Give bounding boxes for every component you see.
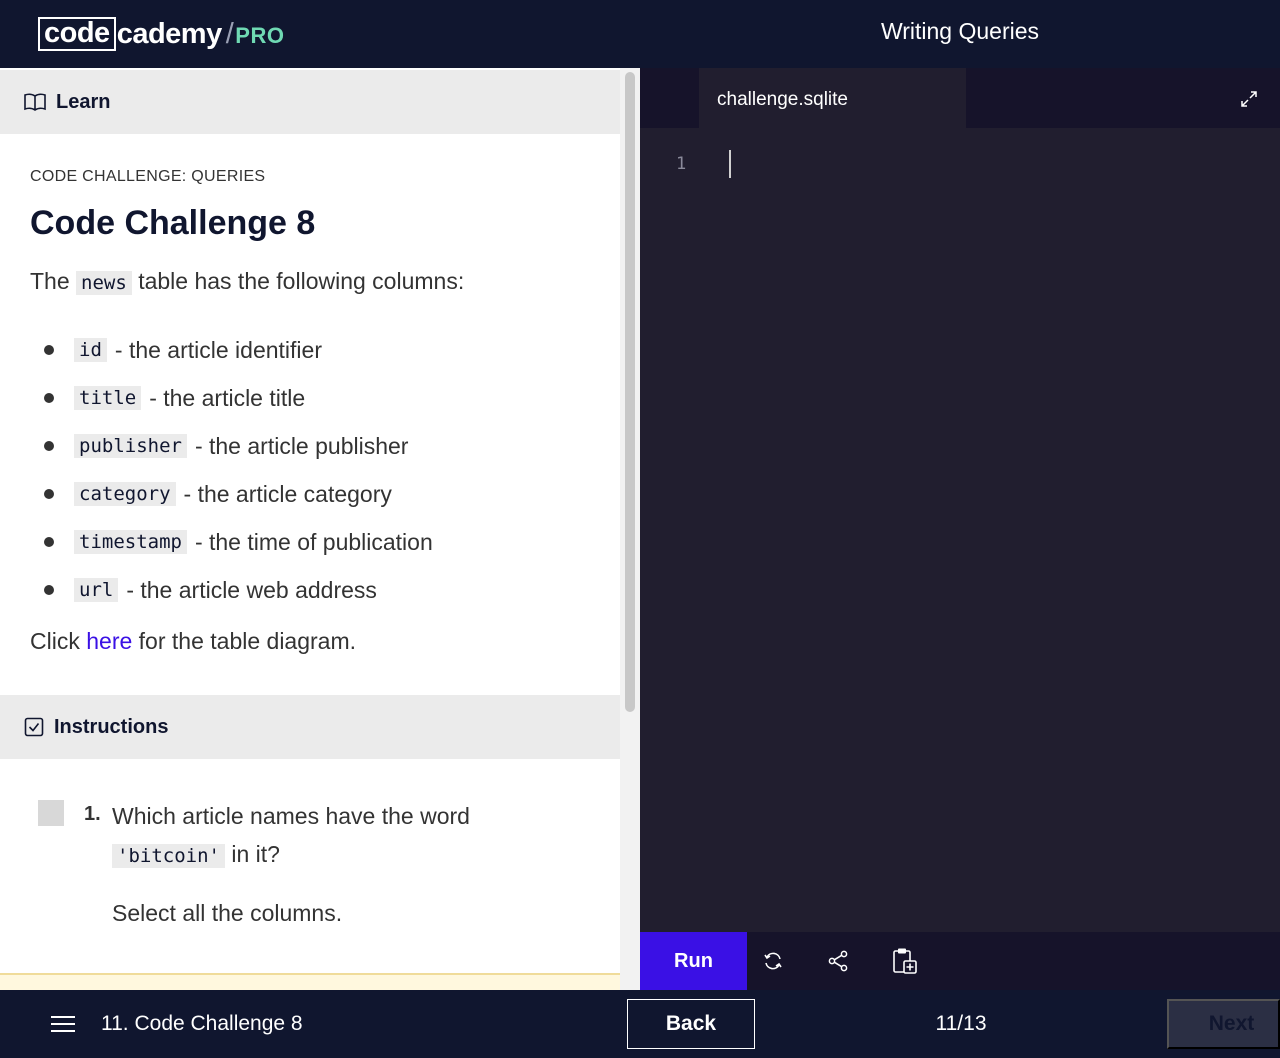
column-name: id [74,338,107,362]
bullet-icon [44,585,54,595]
list-item: category - the article category [44,470,433,518]
bullet-icon [44,441,54,451]
inline-code-news: news [76,271,132,295]
column-desc: - the article category [183,480,392,507]
editor-toolbar: Run [640,932,1280,990]
column-desc: - the article web address [126,576,377,603]
lesson-heading: Code Challenge 8 [30,204,316,242]
instructions-section-header: Instructions [0,695,620,759]
column-name: publisher [74,434,187,458]
column-desc: - the article identifier [114,336,322,363]
task-text-line2: 'bitcoin' in it? [112,841,280,868]
bullet-icon [44,537,54,547]
column-desc: - the article title [149,384,306,411]
learn-scrollbar[interactable] [620,68,640,990]
logo-code-box: code [38,17,116,51]
bullet-icon [44,345,54,355]
column-desc: - the time of publication [194,528,433,555]
bullet-icon [44,393,54,403]
logo-slash: / [225,17,234,50]
reset-icon[interactable] [761,949,785,973]
file-tab[interactable]: challenge.sqlite [699,68,966,128]
diagram-text-before: Click [30,628,80,654]
top-bar: code cademy / PRO Writing Queries [0,0,1280,68]
checkbox-icon [24,717,44,737]
learn-pane: Learn CODE CHALLENGE: QUERIES Code Chall… [0,68,640,990]
bullet-icon [44,489,54,499]
column-desc: - the article publisher [194,432,409,459]
hint-panel[interactable] [0,973,620,990]
diagram-text-after: for the table diagram. [138,628,357,654]
list-item: url - the article web address [44,566,433,614]
column-name: title [74,386,142,410]
diagram-paragraph: Click here for the table diagram. [30,628,356,655]
bottom-nav-bar: 11. Code Challenge 8 Back 11/13 Next [0,990,1280,1058]
intro-paragraph: The news table has the following columns… [30,268,464,295]
logo-pro-badge: PRO [235,23,285,48]
hamburger-menu-icon[interactable] [50,1014,76,1034]
intro-text-before: The [30,268,70,294]
task-checkbox[interactable] [38,800,64,826]
inline-code-bitcoin: 'bitcoin' [112,844,225,868]
scrollbar-thumb[interactable] [625,72,635,712]
instructions-label: Instructions [54,715,169,738]
run-button[interactable]: Run [640,932,747,990]
list-item: id - the article identifier [44,326,433,374]
task-subtext: Select all the columns. [112,900,343,926]
column-name: timestamp [74,530,187,554]
task-text-after: in it? [231,841,280,867]
back-button[interactable]: Back [627,999,755,1049]
column-list: id - the article identifier title - the ar… [44,326,433,614]
list-item: title - the article title [44,374,433,422]
learn-label: Learn [56,90,111,113]
book-icon [24,93,46,111]
next-button[interactable]: Next [1167,999,1280,1049]
list-item: timestamp - the time of publication [44,518,433,566]
lesson-name[interactable]: 11. Code Challenge 8 [101,1012,303,1036]
editor-tab-bar: challenge.sqlite [640,68,1280,128]
list-item: publisher - the article publisher [44,422,433,470]
column-name: category [74,482,176,506]
logo-cademy: cademy [116,17,223,50]
lesson-eyebrow: CODE CHALLENGE: QUERIES [30,168,266,185]
task-text: Which article names have the word [112,803,470,829]
codecademy-logo[interactable]: code cademy / PRO [38,16,284,52]
intro-text-after: table has the following columns: [138,268,465,294]
code-editor[interactable]: challenge.sqlite 1 [640,68,1280,932]
clipboard-add-icon[interactable] [892,947,918,975]
table-diagram-link[interactable]: here [86,628,132,654]
text-cursor [729,150,731,178]
page-title: Writing Queries [880,18,1040,44]
task-number: 1. [84,803,101,825]
column-name: url [74,578,119,602]
line-number: 1 [676,154,687,174]
progress-count: 11/13 [935,1012,987,1035]
learn-section-header: Learn [0,70,620,134]
share-icon[interactable] [826,949,850,973]
expand-icon[interactable] [1240,90,1258,108]
